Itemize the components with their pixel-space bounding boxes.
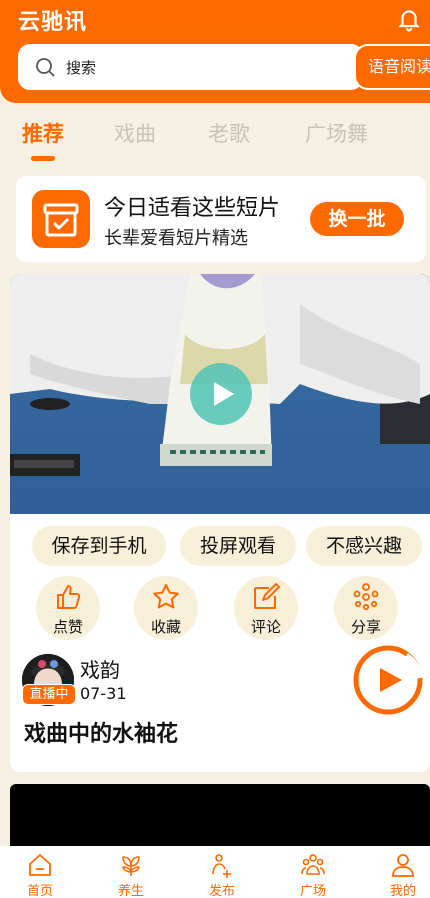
tab-square-dance[interactable]: 广场舞 bbox=[305, 118, 368, 148]
save-to-phone-button[interactable]: 保存到手机 bbox=[32, 526, 166, 566]
not-interested-button[interactable]: 不感兴趣 bbox=[306, 526, 422, 566]
author-name[interactable]: 戏韵 bbox=[80, 654, 120, 683]
nav-home[interactable]: 首页 bbox=[5, 846, 75, 898]
promo-title: 今日适看这些短片 bbox=[104, 196, 281, 221]
favorite-label: 收藏 bbox=[150, 618, 181, 636]
leaf-icon bbox=[122, 856, 140, 876]
play-icon[interactable] bbox=[190, 363, 252, 425]
share-button[interactable]: 分享 bbox=[334, 576, 398, 640]
search-icon bbox=[36, 58, 55, 77]
star-icon bbox=[153, 584, 179, 609]
nav-square-label: 广场 bbox=[299, 884, 326, 898]
nav-mine[interactable]: 我的 bbox=[368, 846, 430, 898]
refresh-batch-button[interactable]: 换一批 bbox=[310, 202, 404, 236]
next-video-thumbnail[interactable] bbox=[10, 784, 430, 846]
bell-icon[interactable] bbox=[396, 6, 422, 32]
comment-button[interactable]: 评论 bbox=[234, 576, 298, 640]
promo-banner: 今日适看这些短片 长辈爱看短片精选 换一批 bbox=[16, 176, 426, 262]
thumbs-up-icon bbox=[57, 585, 81, 609]
nav-publish-label: 发布 bbox=[208, 884, 235, 898]
search-box[interactable]: 搜索 bbox=[18, 44, 363, 90]
calendar-box-icon bbox=[32, 190, 90, 248]
like-label: 点赞 bbox=[52, 618, 83, 636]
nav-health-label: 养生 bbox=[117, 884, 144, 898]
nav-home-label: 首页 bbox=[26, 884, 53, 898]
search-input[interactable]: 搜索 bbox=[66, 57, 96, 78]
nav-square[interactable]: 广场 bbox=[278, 846, 348, 898]
publish-icon bbox=[212, 854, 231, 878]
promo-subtitle: 长辈爱看短片精选 bbox=[104, 228, 248, 249]
video-title[interactable]: 戏曲中的水袖花 bbox=[24, 716, 178, 748]
category-tabs: 推荐 戏曲 老歌 广场舞 bbox=[0, 112, 430, 164]
play-circle-icon[interactable] bbox=[352, 644, 424, 716]
like-button[interactable]: 点赞 bbox=[36, 576, 100, 640]
nav-mine-label: 我的 bbox=[389, 884, 416, 898]
home-icon bbox=[29, 854, 51, 876]
video-card: 保存到手机 投屏观看 不感兴趣 点赞 收藏 评论 分享 直播中 戏韵 07-31… bbox=[10, 274, 430, 772]
favorite-button[interactable]: 收藏 bbox=[134, 576, 198, 640]
live-badge: 直播中 bbox=[22, 684, 76, 705]
top-header: 云驰讯 搜索 语音阅读 bbox=[0, 0, 430, 103]
cast-screen-button[interactable]: 投屏观看 bbox=[180, 526, 296, 566]
people-icon bbox=[301, 854, 325, 875]
share-icon bbox=[353, 583, 379, 611]
voice-read-button[interactable]: 语音阅读 bbox=[354, 44, 430, 90]
tab-recommend[interactable]: 推荐 bbox=[22, 118, 64, 148]
publish-date: 07-31 bbox=[80, 684, 127, 703]
edit-icon bbox=[254, 583, 280, 609]
nav-health[interactable]: 养生 bbox=[96, 846, 166, 898]
share-label: 分享 bbox=[350, 618, 381, 636]
nav-publish[interactable]: 发布 bbox=[187, 846, 257, 898]
comment-label: 评论 bbox=[250, 618, 281, 636]
active-tab-indicator bbox=[31, 156, 55, 161]
bottom-nav: 首页 养生 发布 广场 我的 bbox=[0, 846, 430, 898]
tab-old-songs[interactable]: 老歌 bbox=[208, 118, 250, 148]
tab-opera[interactable]: 戏曲 bbox=[114, 118, 156, 148]
app-title: 云驰讯 bbox=[18, 10, 88, 35]
user-icon bbox=[392, 854, 414, 877]
